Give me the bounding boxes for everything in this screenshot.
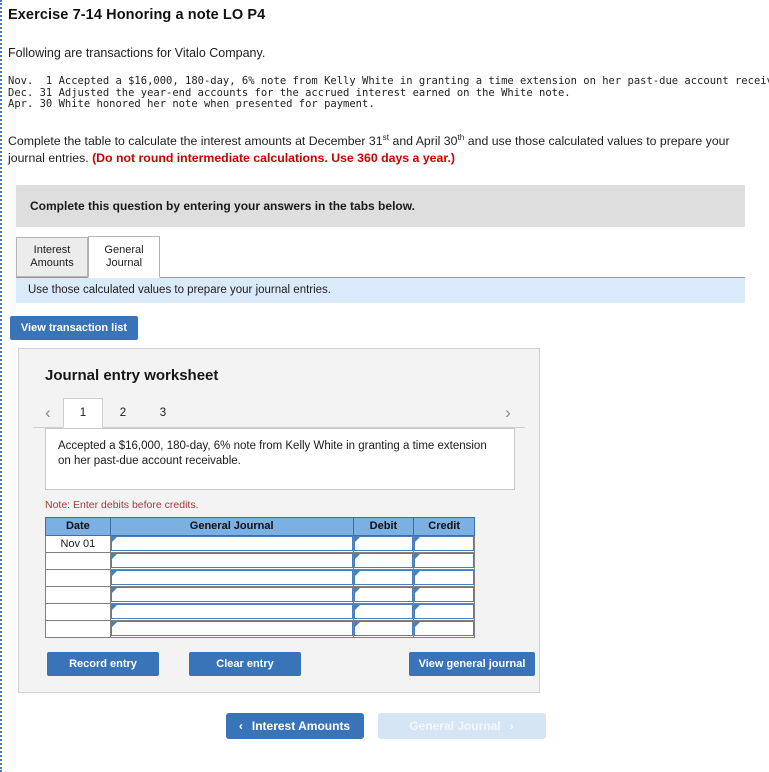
chevron-right-icon[interactable]: › — [493, 403, 523, 427]
cell-general-journal-3[interactable] — [109, 568, 354, 587]
input-debit-1[interactable] — [353, 536, 414, 552]
nav-previous-label: Interest Amounts — [251, 718, 351, 733]
debits-before-credits-note: Note: Enter debits before credits. — [45, 498, 199, 511]
input-debit-2[interactable] — [353, 553, 414, 569]
cell-general-journal-4[interactable] — [109, 585, 354, 604]
input-debit-4[interactable] — [353, 587, 414, 603]
input-debit-6[interactable] — [353, 621, 414, 637]
view-general-journal-button[interactable]: View general journal — [409, 651, 535, 676]
cell-debit-1[interactable] — [352, 534, 415, 553]
tab-general-journal[interactable]: General Journal — [88, 235, 160, 278]
rounding-warning: (Do not round intermediate calculations.… — [92, 150, 455, 165]
hint-text: Use those calculated values to prepare y… — [28, 284, 332, 297]
cell-debit-5[interactable] — [352, 602, 415, 621]
entry-description: Accepted a $16,000, 180-day, 6% note fro… — [45, 427, 515, 490]
input-credit-6[interactable] — [414, 621, 474, 637]
view-transaction-list-button[interactable]: View transaction list — [10, 315, 138, 340]
cell-general-journal-2[interactable] — [109, 551, 354, 570]
tab-interest-amounts-line2: Amounts — [30, 256, 74, 269]
input-credit-4[interactable] — [414, 587, 474, 603]
cell-debit-2[interactable] — [352, 551, 415, 570]
column-header-debit: Debit — [352, 516, 415, 536]
transaction-line-2: Dec. 31 Adjusted the year-end accounts f… — [8, 86, 571, 99]
cell-general-journal-1[interactable] — [109, 534, 354, 553]
worksheet-page-3[interactable]: 3 — [143, 399, 183, 427]
chevron-left-icon[interactable]: ‹ — [33, 403, 63, 427]
tab-bar: Interest Amounts General Journal — [16, 235, 769, 278]
input-credit-3[interactable] — [414, 570, 474, 586]
input-credit-1[interactable] — [414, 536, 474, 552]
instruction-bar-text: Complete this question by entering your … — [30, 198, 415, 213]
hint-bar: Use those calculated values to prepare y… — [16, 276, 745, 303]
clear-entry-button[interactable]: Clear entry — [189, 651, 301, 676]
worksheet-page-1[interactable]: 1 — [63, 397, 103, 428]
input-general-journal-6[interactable] — [110, 621, 353, 637]
worksheet-pager: ‹ 1 2 3 › — [33, 397, 525, 428]
column-header-date: Date — [45, 516, 111, 536]
table-row — [45, 602, 475, 621]
worksheet-title: Journal entry worksheet — [45, 366, 219, 384]
cell-general-journal-6[interactable] — [109, 619, 354, 638]
cell-debit-6[interactable] — [352, 619, 415, 638]
transaction-line-3: Apr. 30 White honored her note when pres… — [8, 98, 375, 111]
nav-next-label: General Journal — [409, 718, 501, 733]
bottom-navigation: ‹ Interest Amounts General Journal › — [2, 712, 769, 739]
tab-interest-amounts-line1: Interest — [33, 243, 71, 256]
worksheet-page-2[interactable]: 2 — [103, 399, 143, 427]
cell-general-journal-5[interactable] — [109, 602, 354, 621]
cell-debit-3[interactable] — [352, 568, 415, 587]
cell-date-5[interactable] — [45, 602, 111, 621]
input-general-journal-2[interactable] — [110, 553, 353, 569]
chevron-right-icon: › — [509, 718, 514, 733]
chevron-left-icon: ‹ — [238, 718, 243, 733]
tab-general-journal-line1: General — [104, 243, 144, 256]
exercise-page: Exercise 7-14 Honoring a note LO P4 Foll… — [2, 0, 769, 772]
input-credit-2[interactable] — [414, 553, 474, 569]
column-header-general-journal: General Journal — [109, 516, 354, 536]
cell-date-3[interactable] — [45, 568, 111, 587]
cell-credit-6[interactable] — [413, 619, 475, 638]
cell-debit-4[interactable] — [352, 585, 415, 604]
record-entry-button[interactable]: Record entry — [47, 651, 159, 676]
input-credit-5[interactable] — [414, 604, 474, 620]
tab-general-journal-line2: Journal — [105, 256, 143, 269]
instruction-prefix: Complete the table to calculate the inte… — [8, 133, 383, 148]
input-general-journal-3[interactable] — [110, 570, 353, 586]
nav-next-general-journal: General Journal › — [377, 712, 546, 739]
column-header-credit: Credit — [413, 516, 475, 536]
instruction-bar: Complete this question by entering your … — [16, 184, 745, 227]
table-row — [45, 619, 475, 638]
nav-previous-interest-amounts[interactable]: ‹ Interest Amounts — [225, 712, 364, 739]
table-header-row: Date General Journal Debit Credit — [45, 516, 475, 536]
worksheet-actions: Record entry Clear entry View general jo… — [33, 651, 535, 676]
input-general-journal-5[interactable] — [110, 604, 353, 620]
intro-text: Following are transactions for Vitalo Co… — [8, 46, 266, 60]
journal-entry-worksheet-panel: Journal entry worksheet ‹ 1 2 3 › Accept… — [18, 347, 540, 693]
cell-date-4[interactable] — [45, 585, 111, 604]
tab-interest-amounts[interactable]: Interest Amounts — [16, 236, 88, 277]
cell-date-1: Nov 01 — [45, 534, 111, 553]
journal-entry-table: Date General Journal Debit Credit Nov 01 — [45, 516, 475, 638]
instruction-paragraph: Complete the table to calculate the inte… — [2, 111, 769, 167]
input-general-journal-1[interactable] — [110, 536, 353, 552]
table-row: Nov 01 — [45, 534, 475, 553]
cell-credit-2[interactable] — [413, 551, 475, 570]
instruction-mid: and April 30 — [389, 133, 458, 148]
table-row — [45, 585, 475, 604]
input-debit-3[interactable] — [353, 570, 414, 586]
table-row — [45, 568, 475, 587]
input-general-journal-4[interactable] — [110, 587, 353, 603]
transaction-list: Nov. 1 Accepted a $16,000, 180-day, 6% n… — [2, 60, 769, 111]
page-title: Exercise 7-14 Honoring a note LO P4 — [8, 7, 266, 23]
cell-credit-3[interactable] — [413, 568, 475, 587]
cell-date-2[interactable] — [45, 551, 111, 570]
input-debit-5[interactable] — [353, 604, 414, 620]
cell-credit-1[interactable] — [413, 534, 475, 553]
transaction-line-1: Nov. 1 Accepted a $16,000, 180-day, 6% n… — [8, 75, 769, 87]
cell-date-6[interactable] — [45, 619, 111, 638]
cell-credit-5[interactable] — [413, 602, 475, 621]
cell-credit-4[interactable] — [413, 585, 475, 604]
table-row — [45, 551, 475, 570]
